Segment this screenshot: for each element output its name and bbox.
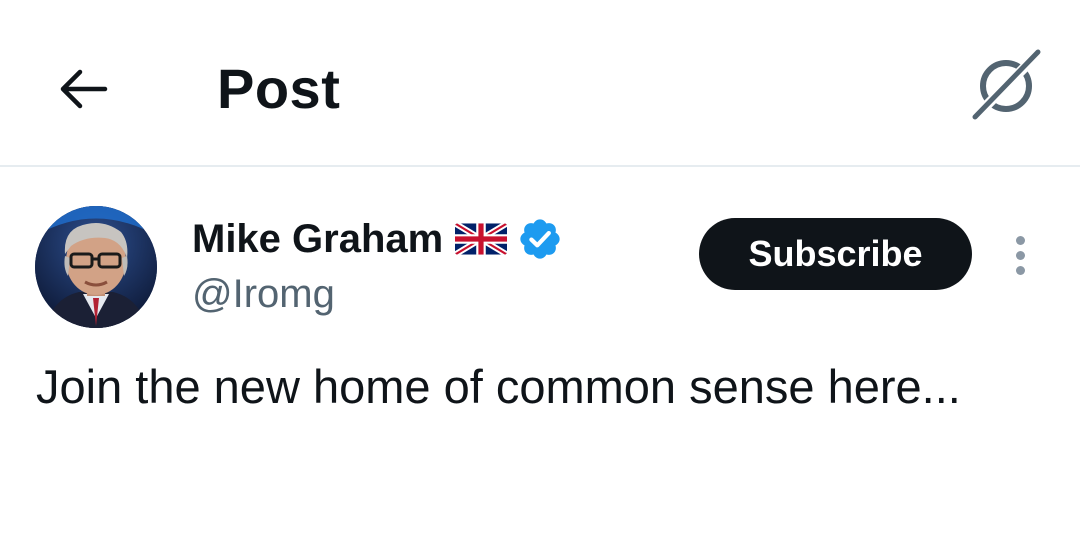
post-text: Join the new home of common sense here..… — [36, 360, 961, 413]
more-options-button[interactable] — [1000, 228, 1040, 282]
author-photo — [35, 206, 157, 328]
uk-flag-icon — [455, 223, 508, 255]
author-name[interactable]: Mike Graham — [192, 212, 443, 266]
arrow-left-icon — [60, 69, 108, 109]
subscribe-button[interactable]: Subscribe — [699, 218, 972, 290]
avatar[interactable] — [35, 206, 157, 328]
more-vertical-icon-dot — [1015, 235, 1025, 245]
grok-button[interactable] — [968, 48, 1044, 124]
back-button[interactable] — [52, 58, 114, 120]
more-vertical-icon-dot — [1015, 265, 1025, 275]
author-handle[interactable]: @Iromg — [192, 267, 335, 321]
top-bar: Post — [0, 0, 1080, 167]
more-vertical-icon-dot — [1015, 250, 1025, 260]
grok-icon — [968, 48, 1044, 124]
author-name-row: Mike Graham — [192, 212, 563, 266]
verified-badge-icon — [520, 219, 560, 259]
page-title: Post — [217, 57, 341, 120]
